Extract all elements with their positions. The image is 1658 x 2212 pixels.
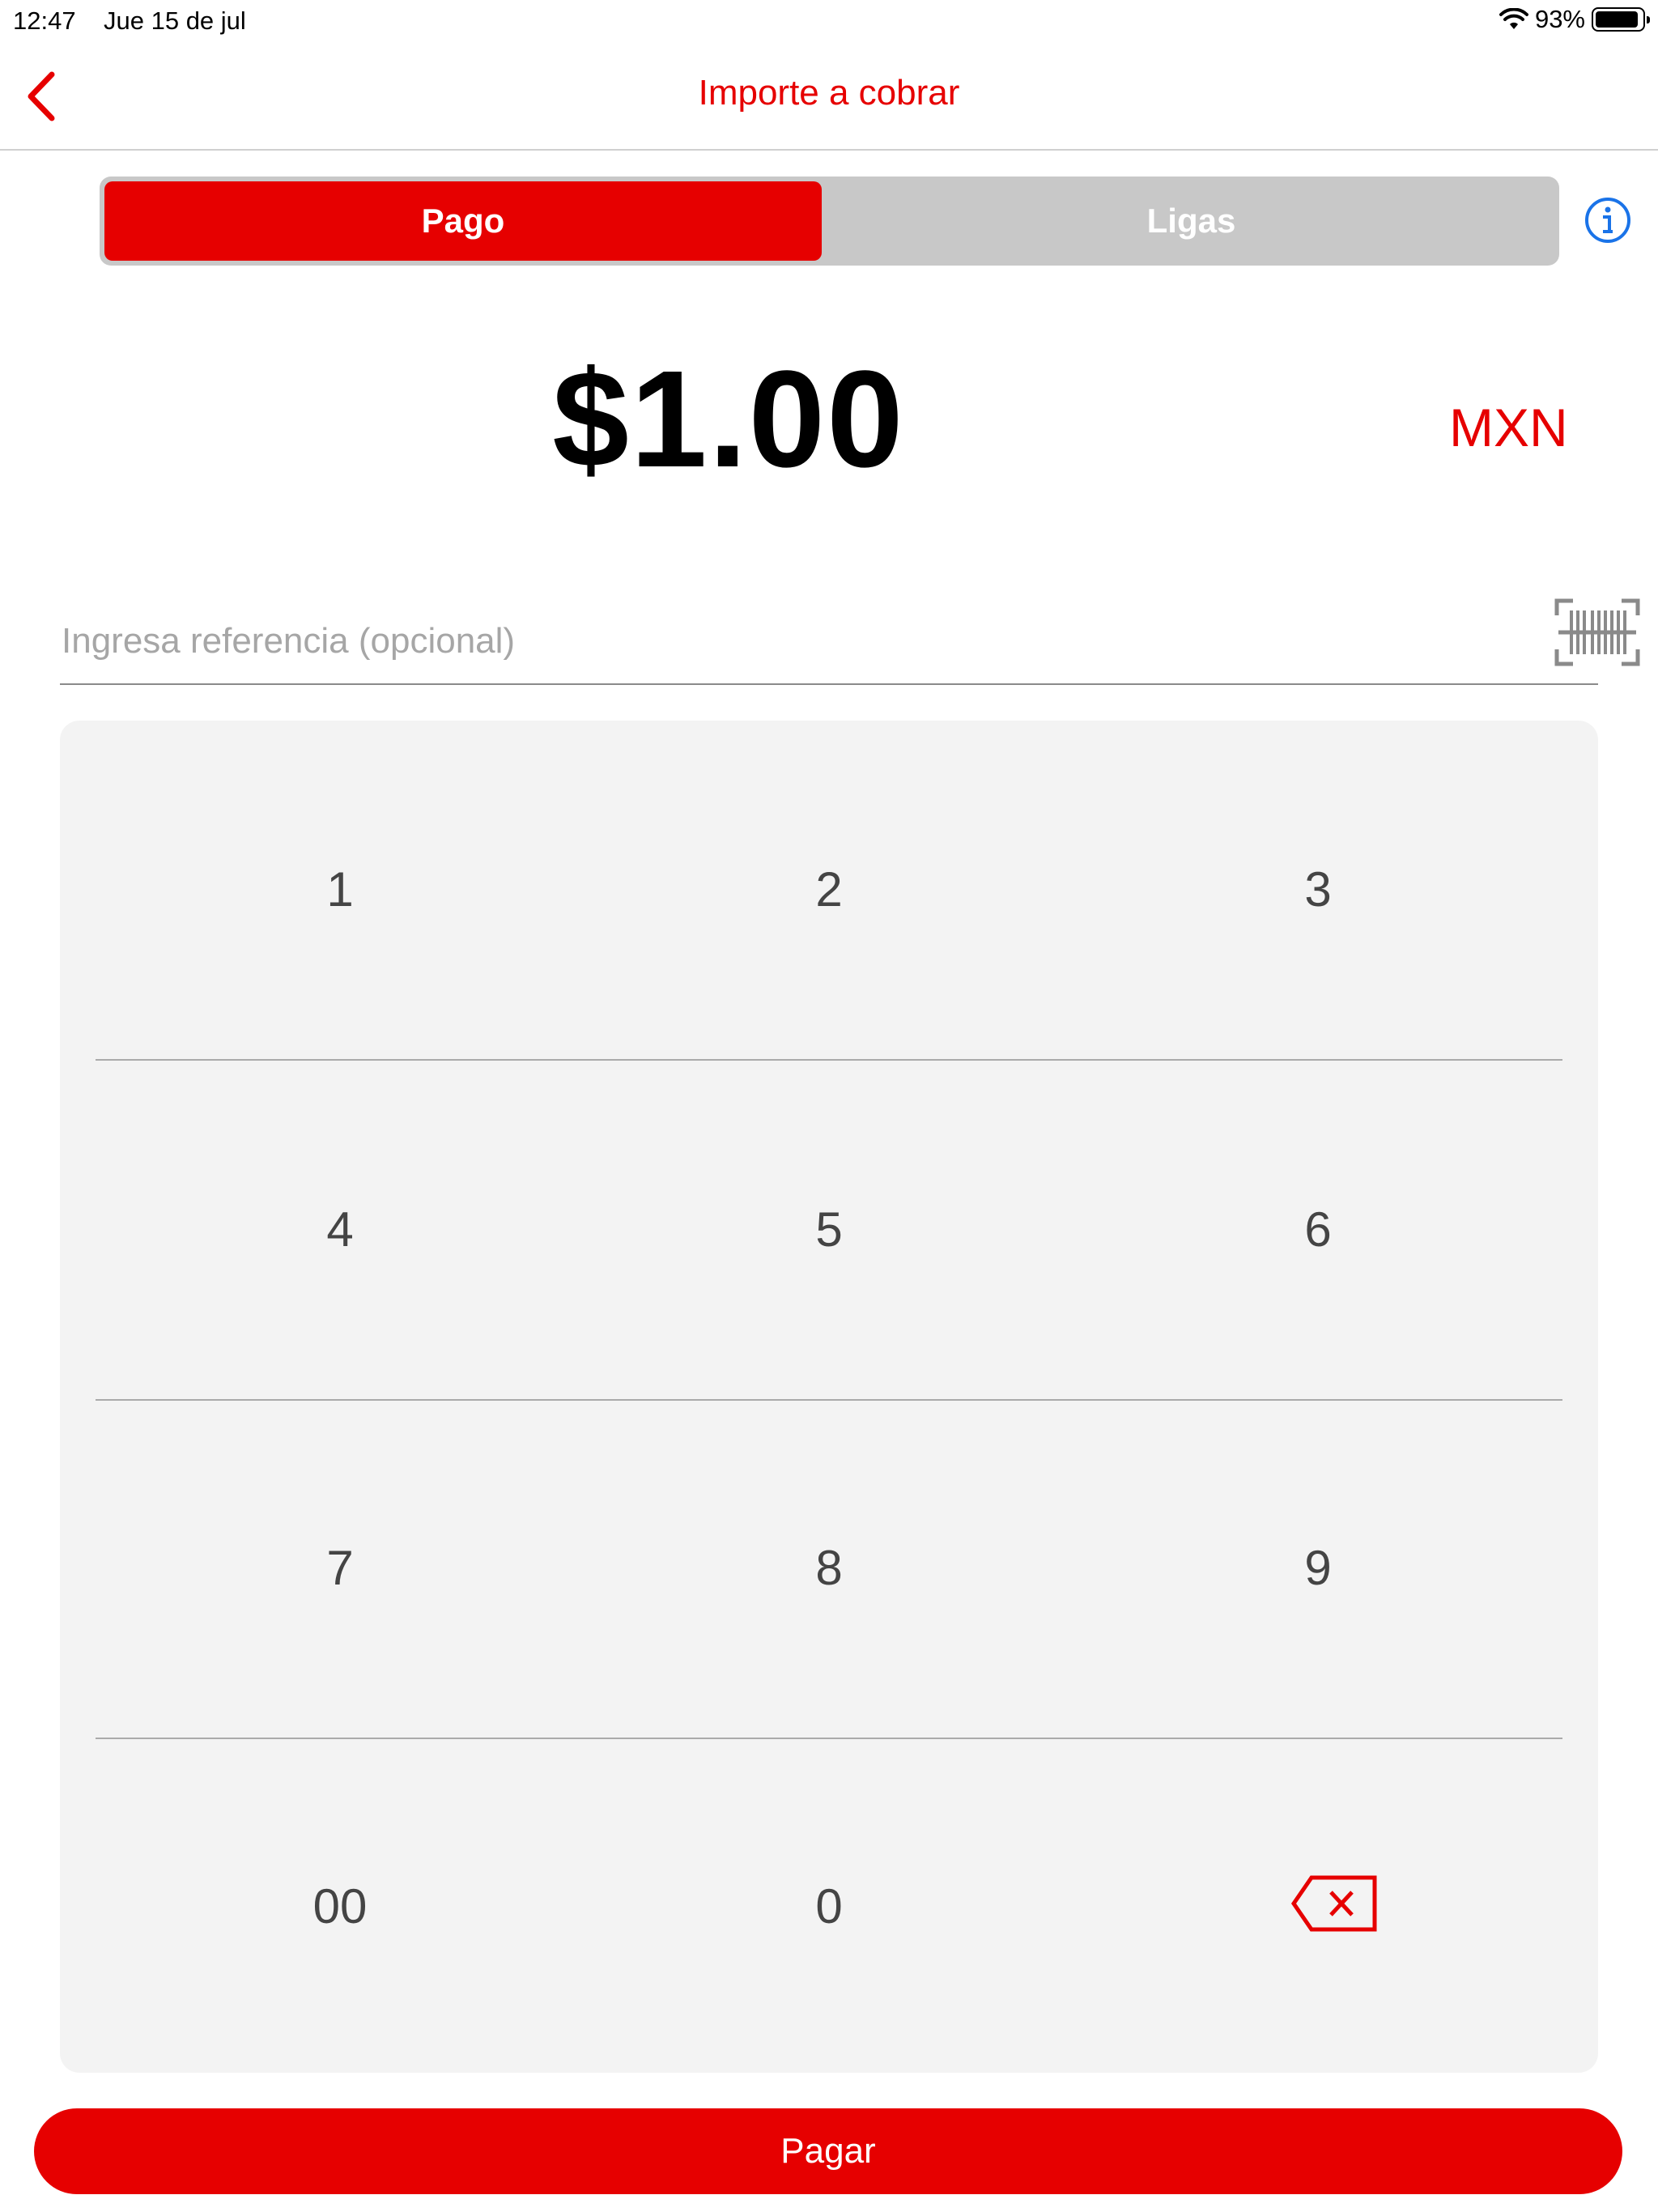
payment-mode-tabs: Pago Ligas: [100, 177, 1559, 266]
tab-ligas[interactable]: Ligas: [828, 181, 1554, 261]
keypad-row: 1 2 3: [96, 721, 1562, 1061]
pay-button[interactable]: Pagar: [34, 2108, 1622, 2194]
battery-fill: [1596, 11, 1639, 28]
key-9[interactable]: 9: [1073, 1399, 1562, 1738]
backspace-icon: [1290, 1875, 1377, 1932]
wifi-icon: [1499, 8, 1528, 29]
key-8[interactable]: 8: [585, 1399, 1073, 1738]
status-time: 12:47: [13, 6, 76, 35]
info-button[interactable]: [1584, 196, 1632, 245]
tab-pago[interactable]: Pago: [104, 181, 822, 261]
key-00[interactable]: 00: [96, 1738, 585, 2076]
currency-selector[interactable]: MXN: [1449, 397, 1568, 458]
battery-percent: 93%: [1534, 5, 1585, 33]
key-1[interactable]: 1: [96, 721, 585, 1059]
keypad-row: 4 5 6: [96, 1061, 1562, 1401]
key-7[interactable]: 7: [96, 1399, 585, 1738]
keypad-row: 7 8 9: [96, 1399, 1562, 1739]
amount-display: $1.00: [552, 342, 905, 496]
key-2[interactable]: 2: [585, 721, 1073, 1059]
barcode-icon: [1554, 598, 1640, 666]
numeric-keypad: 1 2 3 4 5 6 7 8 9 00 0: [60, 721, 1598, 2073]
nav-bar: Importe a cobrar: [0, 42, 1658, 151]
status-right: 93%: [1499, 5, 1650, 34]
key-4[interactable]: 4: [96, 1061, 585, 1399]
page-title: Importe a cobrar: [698, 73, 960, 113]
battery-icon: [1592, 7, 1650, 32]
reference-field: [60, 583, 1640, 685]
reference-input[interactable]: [60, 612, 1504, 670]
key-0[interactable]: 0: [585, 1738, 1073, 2076]
status-bar: 12:47 Jue 15 de jul 93%: [0, 0, 1658, 42]
key-5[interactable]: 5: [585, 1061, 1073, 1399]
scan-barcode-button[interactable]: [1554, 598, 1641, 667]
status-date: Jue 15 de jul: [104, 6, 246, 35]
key-6[interactable]: 6: [1073, 1061, 1562, 1399]
backspace-button[interactable]: [1290, 1874, 1378, 1933]
info-icon: [1585, 198, 1630, 243]
key-3[interactable]: 3: [1073, 721, 1562, 1059]
